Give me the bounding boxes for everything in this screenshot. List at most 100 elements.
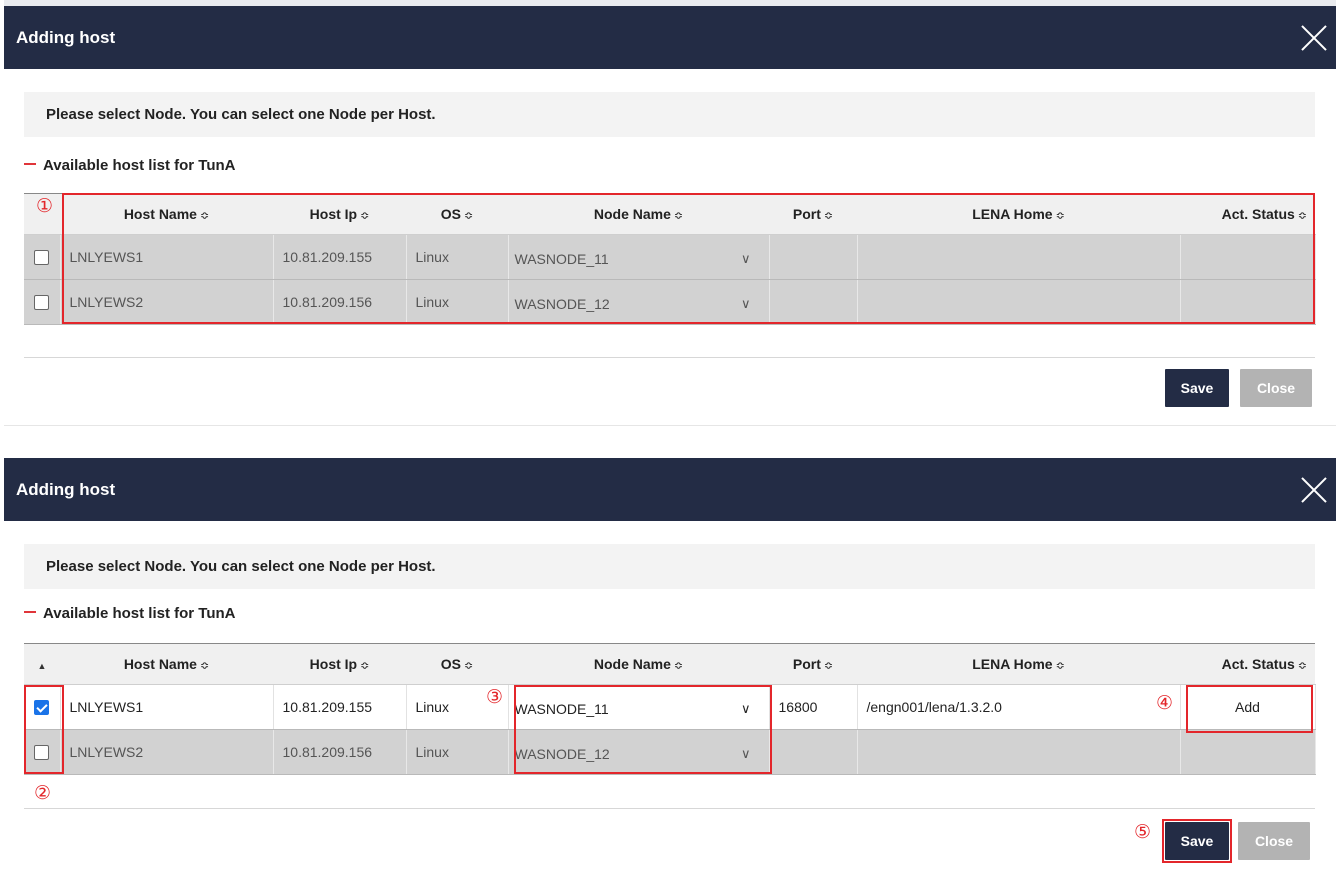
host-ip-cell: 10.81.209.155: [273, 234, 407, 280]
column-header-host-name[interactable]: Host Name ≎: [60, 643, 273, 685]
act-status-cell: [1180, 234, 1316, 280]
sort-icon[interactable]: ≎: [824, 210, 833, 222]
sort-icon[interactable]: ≎: [674, 210, 683, 222]
add-button[interactable]: Add: [1180, 684, 1316, 730]
dialog-title: Adding host: [16, 28, 116, 47]
info-box: Please select Node. You can select one N…: [24, 544, 1315, 589]
sort-icon[interactable]: ≎: [1298, 210, 1307, 222]
sort-asc-icon[interactable]: ▲: [24, 643, 60, 685]
sort-icon[interactable]: ≎: [200, 660, 209, 672]
sort-icon[interactable]: ≎: [360, 210, 369, 222]
table-row: LNLYEWS1 10.81.209.155 Linux WASNODE_11 ∨…: [24, 684, 1316, 730]
chevron-down-icon: ∨: [740, 701, 751, 716]
table-row: LNLYEWS2 10.81.209.156 Linux WASNODE_12 ∨: [24, 279, 1316, 325]
adding-host-dialog-2: Adding host Please select Node. You can …: [4, 458, 1336, 874]
act-status-cell: [1180, 279, 1316, 325]
annotation-5: ⑤: [1134, 821, 1152, 843]
column-header-port[interactable]: Port ≎: [769, 643, 857, 685]
column-header-host-ip[interactable]: Host Ip ≎: [273, 643, 406, 685]
panel-gap: [4, 428, 1336, 458]
row-checkbox[interactable]: [34, 250, 50, 266]
sort-icon[interactable]: ≎: [464, 210, 473, 222]
column-header-act-status[interactable]: Act. Status ≎: [1180, 193, 1315, 235]
column-header-os[interactable]: OS ≎: [406, 193, 508, 235]
host-name-cell: LNLYEWS1: [60, 234, 274, 280]
node-name-select[interactable]: WASNODE_12 ∨: [509, 730, 769, 774]
node-name-cell: WASNODE_12 ∨: [508, 279, 770, 325]
os-cell: Linux: [406, 279, 509, 325]
sort-icon[interactable]: ≎: [1298, 660, 1307, 672]
minus-icon[interactable]: [24, 611, 36, 614]
column-header-node-name[interactable]: Node Name ≎: [508, 643, 769, 685]
host-table: ▲ Host Name ≎ Host Ip ≎ OS ≎ Node Name ≎ Por…: [24, 643, 1316, 775]
port-cell: [769, 279, 858, 325]
info-box: Please select Node. You can select one N…: [24, 92, 1315, 137]
sort-icon[interactable]: ≎: [200, 210, 209, 222]
dialog-titlebar: Adding host: [4, 458, 1336, 521]
dialog-titlebar: Adding host: [4, 6, 1336, 69]
save-button[interactable]: Save: [1165, 369, 1229, 407]
annotation-1: ①: [36, 195, 54, 217]
act-status-cell: [1180, 729, 1316, 775]
sort-icon[interactable]: ≎: [464, 660, 473, 672]
host-ip-cell: 10.81.209.156: [273, 729, 407, 775]
divider: [24, 357, 1315, 358]
section-title: Available host list for TunA: [24, 605, 236, 622]
annotation-2: ②: [34, 782, 52, 804]
sort-icon[interactable]: ≎: [1056, 660, 1065, 672]
close-button[interactable]: Close: [1240, 369, 1312, 407]
port-cell: 16800: [769, 684, 858, 730]
info-text: Please select Node. You can select one N…: [46, 558, 436, 575]
node-name-value: WASNODE_12: [514, 296, 610, 312]
adding-host-dialog-1: Adding host Please select Node. You can …: [4, 6, 1336, 426]
host-name-cell: LNLYEWS2: [60, 279, 274, 325]
close-icon[interactable]: [1300, 476, 1328, 504]
column-header-node-name[interactable]: Node Name ≎: [508, 193, 769, 235]
sort-icon[interactable]: ≎: [674, 660, 683, 672]
table-row: LNLYEWS1 10.81.209.155 Linux WASNODE_11 ∨: [24, 234, 1316, 280]
port-cell: [769, 234, 858, 280]
host-ip-cell: 10.81.209.155: [273, 684, 407, 730]
row-select-cell: [24, 729, 61, 775]
column-header-os[interactable]: OS ≎: [406, 643, 508, 685]
divider: [24, 808, 1315, 809]
annotation-4: ④: [1156, 692, 1174, 714]
node-name-value: WASNODE_11: [514, 701, 609, 717]
column-header-lena-home[interactable]: LENA Home ≎: [857, 193, 1180, 235]
annotation-3: ③: [486, 686, 504, 708]
chevron-down-icon: ∨: [740, 746, 751, 761]
node-name-select[interactable]: WASNODE_11 ∨: [509, 235, 769, 279]
node-name-select[interactable]: WASNODE_12 ∨: [509, 280, 769, 324]
node-name-value: WASNODE_11: [514, 251, 609, 267]
sort-icon[interactable]: ≎: [360, 660, 369, 672]
sort-icon[interactable]: ≎: [824, 660, 833, 672]
close-icon[interactable]: [1300, 24, 1328, 52]
os-cell: Linux: [406, 234, 509, 280]
section-title: Available host list for TunA: [24, 157, 236, 174]
row-checkbox-checked[interactable]: [34, 700, 50, 716]
column-header-host-ip[interactable]: Host Ip ≎: [273, 193, 406, 235]
node-name-select[interactable]: WASNODE_11 ∨: [509, 685, 769, 729]
table-header-row: Host Name ≎ Host Ip ≎ OS ≎ Node Name ≎ Port ≎…: [24, 193, 1315, 235]
column-header-lena-home[interactable]: LENA Home ≎: [857, 643, 1180, 685]
lena-home-cell: [857, 279, 1181, 325]
row-select-cell: [24, 234, 61, 280]
column-header-host-name[interactable]: Host Name ≎: [60, 193, 273, 235]
minus-icon[interactable]: [24, 163, 36, 166]
row-checkbox[interactable]: [34, 745, 50, 761]
chevron-down-icon: ∨: [740, 251, 751, 266]
column-header-act-status[interactable]: Act. Status ≎: [1180, 643, 1315, 685]
close-button[interactable]: Close: [1238, 822, 1310, 860]
table-header-row: ▲ Host Name ≎ Host Ip ≎ OS ≎ Node Name ≎ Por…: [24, 643, 1315, 685]
column-header-port[interactable]: Port ≎: [769, 193, 857, 235]
lena-home-cell: /engn001/lena/1.3.2.0: [857, 684, 1181, 730]
host-table: Host Name ≎ Host Ip ≎ OS ≎ Node Name ≎ Port ≎…: [24, 193, 1316, 325]
sort-icon[interactable]: ≎: [1056, 210, 1065, 222]
lena-home-cell: [857, 234, 1181, 280]
chevron-down-icon: ∨: [740, 296, 751, 311]
save-button[interactable]: Save: [1165, 822, 1229, 860]
node-name-cell: WASNODE_12 ∨: [508, 729, 770, 775]
row-checkbox[interactable]: [34, 295, 50, 311]
info-text: Please select Node. You can select one N…: [46, 106, 436, 123]
lena-home-cell: [857, 729, 1181, 775]
